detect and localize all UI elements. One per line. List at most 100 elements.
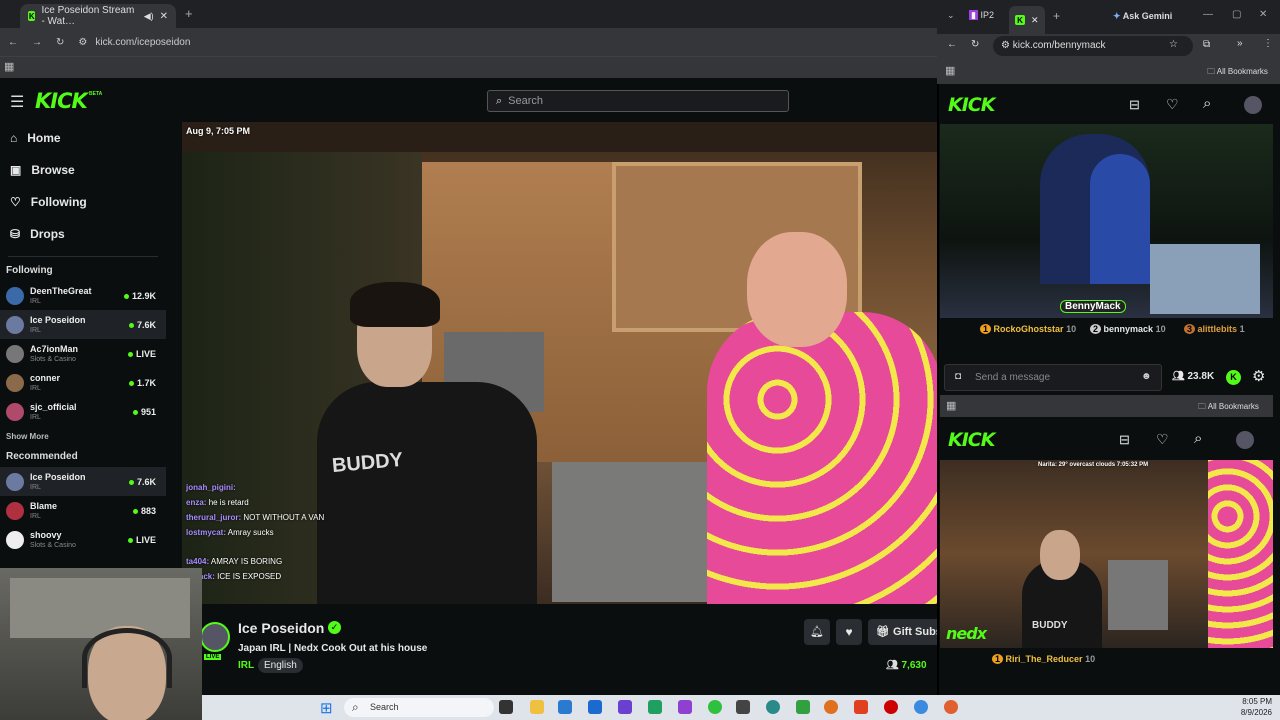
- search-icon[interactable]: ⌕: [1194, 430, 1202, 447]
- heart-icon[interactable]: ♡: [1166, 96, 1179, 113]
- show-more-link[interactable]: Show More: [0, 426, 166, 447]
- live-badge: LIVE: [204, 654, 222, 660]
- second-stream-video[interactable]: Narita: 29° overcast clouds 7:05:32 PM B…: [940, 460, 1273, 648]
- channel-item[interactable]: shoovy Slots & Casino LIVE: [0, 525, 166, 554]
- reload-icon[interactable]: ↻: [971, 39, 979, 50]
- kick-logo[interactable]: KICK: [35, 89, 88, 113]
- all-bookmarks[interactable]: 🗀︎ All Bookmarks: [1207, 66, 1268, 80]
- outlook-icon[interactable]: [588, 700, 602, 714]
- channel-item[interactable]: Blame IRL 883: [0, 496, 166, 525]
- kick-favicon: K: [1015, 15, 1025, 25]
- minimize-icon[interactable]: —: [1203, 9, 1213, 20]
- tab-ice-poseidon[interactable]: K Ice Poseidon Stream - Wat… ◀) ✕: [20, 4, 176, 28]
- streamer-name[interactable]: Ice Poseidon: [238, 620, 324, 636]
- firefox-icon[interactable]: [824, 700, 838, 714]
- taskbar-search[interactable]: ⌕ Search: [344, 698, 494, 717]
- channel-item[interactable]: Ice Poseidon IRL 7.6K: [0, 467, 166, 496]
- extensions-icon[interactable]: ⧉: [1203, 39, 1210, 50]
- app-icon[interactable]: [944, 700, 958, 714]
- close-tab-icon[interactable]: ✕: [1031, 15, 1039, 26]
- video-player[interactable]: BUDDY Aug 9, 7:05 PM jonah_pigini: enza:…: [182, 122, 937, 604]
- tab-kick[interactable]: K ✕: [1009, 6, 1045, 34]
- channel-category: IRL: [30, 483, 41, 491]
- clock-time[interactable]: 8:05 PM: [1234, 697, 1272, 706]
- language-tag[interactable]: English: [258, 658, 303, 673]
- forward-icon[interactable]: →: [32, 37, 42, 48]
- close-window-icon[interactable]: ✕: [1259, 9, 1267, 20]
- kick-points-icon[interactable]: K: [1226, 370, 1241, 385]
- reload-icon[interactable]: ↻: [56, 37, 64, 48]
- bennymack-stream-video[interactable]: BennyMack: [940, 124, 1273, 318]
- bell-icon[interactable]: 🔔︎: [804, 619, 830, 645]
- clips-icon[interactable]: ⊟: [1129, 97, 1140, 113]
- menu-dots-icon[interactable]: ⋮: [1263, 38, 1273, 49]
- app-icon[interactable]: [678, 700, 692, 714]
- leaderboard-item: 3 alittlebits 1: [1184, 324, 1245, 334]
- gift-subs-button[interactable]: 🎁︎ Gift Subs: [868, 619, 937, 645]
- nav-drops[interactable]: ⛁ Drops: [0, 218, 166, 250]
- stream-info-panel: LIVE Ice Poseidon ✓ Japan IRL | Nedx Coo…: [182, 604, 937, 690]
- kick-logo[interactable]: KICK: [948, 94, 995, 116]
- chrome-icon[interactable]: [914, 700, 928, 714]
- new-tab-icon[interactable]: +: [185, 6, 193, 21]
- app-icon[interactable]: [736, 700, 750, 714]
- app-icon[interactable]: [796, 700, 810, 714]
- brave-icon[interactable]: [854, 700, 868, 714]
- windows-start-icon[interactable]: ⊞: [320, 699, 333, 717]
- more-tabs-icon[interactable]: »: [1237, 38, 1243, 49]
- all-bookmarks[interactable]: 🗀︎ All Bookmarks: [1198, 401, 1259, 415]
- maximize-icon[interactable]: ▢: [1232, 9, 1241, 20]
- app-icon[interactable]: [708, 700, 722, 714]
- back-icon[interactable]: ←: [8, 37, 18, 48]
- tab-search-icon[interactable]: ⌄: [947, 10, 955, 21]
- right-kick-header: KICK ⊟ ♡ ⌕: [940, 86, 1273, 124]
- close-tab-icon[interactable]: ✕: [160, 11, 168, 22]
- app-icon[interactable]: [648, 700, 662, 714]
- bookmark-star-icon[interactable]: ☆: [1169, 39, 1178, 50]
- new-tab-icon[interactable]: +: [1053, 9, 1060, 23]
- search-icon[interactable]: ⌕: [1203, 95, 1211, 112]
- nav-following[interactable]: ♡ Following: [0, 186, 166, 218]
- clock-date[interactable]: 8/9/2026: [1232, 708, 1272, 717]
- app-icon[interactable]: [618, 700, 632, 714]
- streamer-avatar[interactable]: [200, 622, 230, 652]
- channel-item[interactable]: Ice Poseidon IRL 7.6K: [0, 310, 166, 339]
- channel-item[interactable]: conner IRL 1.7K: [0, 368, 166, 397]
- heart-icon[interactable]: ♡: [1156, 431, 1169, 448]
- search-input[interactable]: ⌕ Search: [487, 90, 789, 112]
- emote-icon[interactable]: ☻: [1141, 371, 1152, 382]
- category-link[interactable]: IRL: [238, 660, 254, 671]
- apps-grid-icon[interactable]: ▦: [4, 60, 14, 73]
- apps-grid-icon[interactable]: ▦: [946, 399, 956, 412]
- store-icon[interactable]: [558, 700, 572, 714]
- rank-badge: 3: [1184, 324, 1196, 334]
- nav-browse[interactable]: ▣ Browse: [0, 154, 166, 186]
- person-right: [707, 312, 937, 604]
- speaker-icon[interactable]: ◀): [144, 11, 154, 22]
- menu-icon[interactable]: ☰: [10, 92, 24, 112]
- url-field[interactable]: ⚙ kick.com/bennymack: [993, 36, 1193, 56]
- nav-home[interactable]: ⌂ Home: [0, 122, 166, 154]
- chat-message-input[interactable]: ◘ Send a message ☻: [944, 364, 1162, 391]
- clips-icon[interactable]: ⊟: [1119, 432, 1130, 448]
- tab-ip2[interactable]: ▮ IP2: [967, 8, 996, 23]
- user-avatar[interactable]: [1244, 96, 1262, 114]
- back-icon[interactable]: ←: [947, 39, 957, 50]
- channel-item[interactable]: sjc_official IRL 951: [0, 397, 166, 426]
- follow-heart-icon[interactable]: ♥: [836, 619, 862, 645]
- obs-icon[interactable]: [884, 700, 898, 714]
- channel-item[interactable]: DeenTheGreat IRL 12.9K: [0, 281, 166, 310]
- right-bookmarks-bar: ▦ 🗀︎ All Bookmarks: [937, 58, 1280, 84]
- channel-item[interactable]: Ac7ionMan Slots & Casino LIVE: [0, 339, 166, 368]
- apps-grid-icon[interactable]: ▦: [945, 64, 955, 77]
- site-info-icon[interactable]: ⚙: [78, 37, 87, 48]
- avatar: [6, 373, 24, 392]
- kick-logo[interactable]: KICK: [948, 429, 995, 451]
- task-view-icon[interactable]: [499, 700, 513, 714]
- settings-gear-icon[interactable]: ⚙: [1252, 367, 1265, 385]
- ask-gemini-button[interactable]: ✦ Ask Gemini: [1113, 11, 1172, 22]
- user-avatar[interactable]: [1236, 431, 1254, 449]
- file-explorer-icon[interactable]: [530, 700, 544, 714]
- url-field[interactable]: kick.com/iceposeidon: [95, 37, 190, 48]
- edge-icon[interactable]: [766, 700, 780, 714]
